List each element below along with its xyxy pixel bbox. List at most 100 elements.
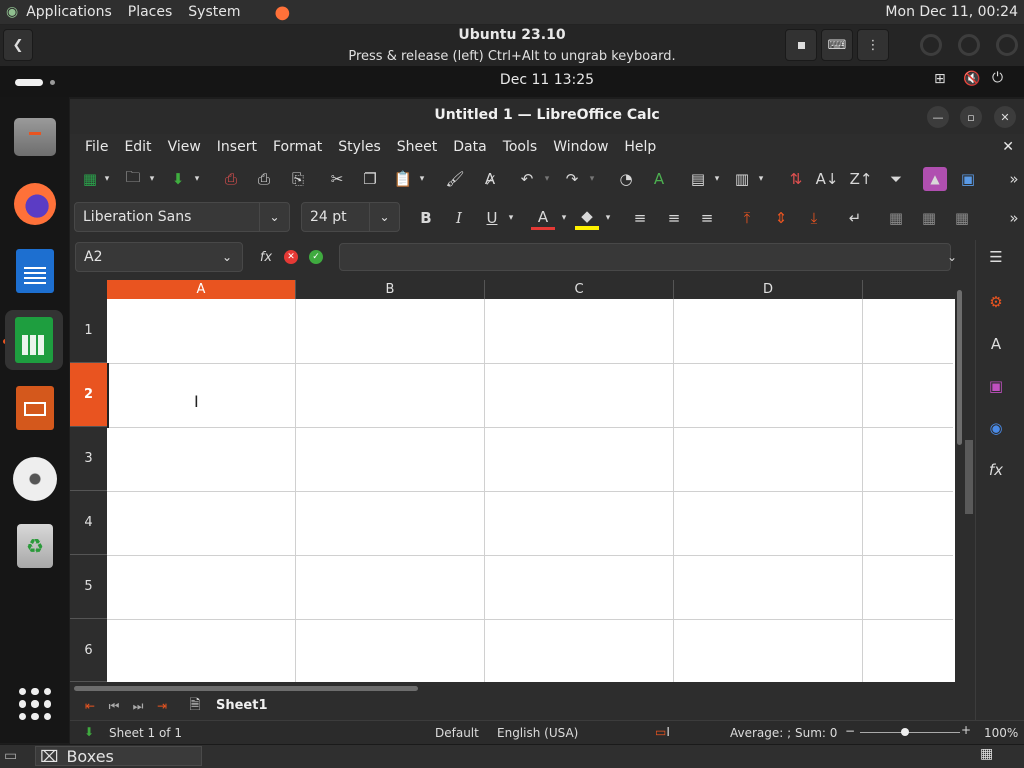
row-header-4[interactable]: 4	[70, 491, 107, 555]
wrap-text-icon[interactable]: ↵	[843, 206, 867, 230]
menu-sheet[interactable]: Sheet	[389, 139, 445, 155]
stop-button[interactable]	[785, 29, 817, 61]
sort-descending-icon[interactable]: Z↑	[849, 167, 873, 191]
vertical-scroll-thumb[interactable]	[957, 290, 962, 445]
active-cell-a2[interactable]	[107, 363, 296, 428]
dock-writer-button[interactable]	[10, 246, 60, 296]
column-header-a[interactable]: A	[107, 280, 296, 299]
row-dropdown-icon[interactable]: ▾	[710, 167, 724, 191]
document-modified-icon[interactable]: ⬇	[84, 725, 94, 739]
select-all-corner[interactable]	[70, 280, 107, 299]
column-dropdown-icon[interactable]: ▾	[754, 167, 768, 191]
last-sheet-icon[interactable]: ⇥	[150, 694, 174, 718]
minimize-window-button[interactable]	[920, 34, 942, 56]
underline-icon[interactable]: U	[480, 206, 504, 230]
zoom-in-icon[interactable]: +	[961, 723, 971, 737]
status-page-style[interactable]: Default	[435, 726, 479, 740]
undo-dropdown-icon[interactable]: ▾	[540, 167, 554, 191]
horizontal-scroll-thumb[interactable]	[74, 686, 418, 691]
host-menu-places[interactable]: Places	[120, 4, 181, 20]
dock-disc-button[interactable]	[10, 454, 60, 504]
align-left-icon[interactable]: ≡	[628, 206, 652, 230]
sidebar-styles-icon[interactable]: A	[984, 332, 1008, 356]
status-sheet[interactable]: Sheet 1 of 1	[109, 726, 182, 740]
align-middle-icon[interactable]: ⇕	[769, 206, 793, 230]
host-menu-system[interactable]: System	[180, 4, 248, 20]
open-folder-icon[interactable]: 🗀	[121, 167, 145, 191]
highlight-color-icon[interactable]: ◆	[575, 206, 599, 230]
accept-icon[interactable]: ✓	[304, 245, 328, 269]
row-header-3[interactable]: 3	[70, 427, 107, 491]
italic-icon[interactable]: I	[447, 206, 471, 230]
column-header-b[interactable]: B	[296, 280, 485, 299]
sort-ascending-icon[interactable]: A↓	[815, 167, 839, 191]
more-menu-button[interactable]: ⋮	[857, 29, 889, 61]
dock-trash-button[interactable]: ♻	[10, 521, 60, 571]
merge-cells-icon[interactable]: ▦	[884, 206, 908, 230]
network-icon[interactable]: ⊞	[934, 71, 946, 87]
find-replace-icon[interactable]: ◔	[614, 167, 638, 191]
calc-close-button[interactable]: ✕	[994, 106, 1016, 128]
column-icon[interactable]: ▥	[730, 167, 754, 191]
menu-styles[interactable]: Styles	[330, 139, 388, 155]
export-pdf-icon[interactable]: ⎙	[219, 167, 243, 191]
show-apps-button[interactable]	[19, 688, 51, 720]
expand-formula-icon[interactable]: ⌄	[940, 245, 964, 269]
row-header-6[interactable]: 6	[70, 619, 107, 682]
sidebar-navigator-icon[interactable]: ◉	[984, 416, 1008, 440]
align-center-icon[interactable]: ≡	[662, 206, 686, 230]
paste-dropdown-icon[interactable]: ▾	[415, 167, 429, 191]
host-logo-icon[interactable]: ◉	[0, 4, 18, 20]
zoom-level[interactable]: 100%	[984, 726, 1018, 740]
first-sheet-icon[interactable]: ⇤	[78, 694, 102, 718]
print-icon[interactable]: ⎙	[252, 167, 276, 191]
previous-sheet-icon[interactable]: ⏮	[102, 694, 126, 718]
guest-clock[interactable]: Dec 11 13:25	[0, 72, 1024, 88]
menu-tools[interactable]: Tools	[495, 139, 546, 155]
merge-center-icon[interactable]: ▦	[917, 206, 941, 230]
row-icon[interactable]: ▤	[686, 167, 710, 191]
menu-edit[interactable]: Edit	[116, 139, 159, 155]
sidebar-functions-icon[interactable]: fx	[984, 458, 1008, 482]
font-color-dropdown-icon[interactable]: ▾	[557, 206, 571, 230]
dock-files-button[interactable]	[10, 112, 60, 162]
chevron-down-icon[interactable]: ⌄	[369, 203, 399, 231]
close-window-button[interactable]	[996, 34, 1018, 56]
highlight-dropdown-icon[interactable]: ▾	[601, 206, 615, 230]
font-size-combo[interactable]: 24 pt ⌄	[301, 202, 400, 232]
sidebar-menu-icon[interactable]: ☰	[984, 245, 1008, 269]
font-color-icon[interactable]: A	[531, 206, 555, 230]
dock-calc-button[interactable]	[5, 310, 63, 370]
menu-format[interactable]: Format	[265, 139, 330, 155]
bold-icon[interactable]: B	[414, 206, 438, 230]
spelling-icon[interactable]: A	[647, 167, 671, 191]
host-firefox-launcher-icon[interactable]: ●	[274, 2, 290, 23]
autofilter-icon[interactable]: ⏷	[884, 167, 908, 191]
formula-input[interactable]	[339, 243, 951, 271]
calc-maximize-button[interactable]: ▫	[960, 106, 982, 128]
name-box[interactable]: A2 ⌄	[75, 242, 243, 272]
paste-icon[interactable]: 📋	[391, 167, 415, 191]
menu-help[interactable]: Help	[616, 139, 664, 155]
taskbar-boxes-button[interactable]: ⌧ Boxes	[35, 746, 202, 766]
cancel-icon[interactable]: ✕	[279, 245, 303, 269]
clone-formatting-icon[interactable]: 🖌	[443, 167, 467, 191]
align-bottom-icon[interactable]: ⤓	[802, 206, 826, 230]
sidebar-splitter[interactable]	[965, 440, 973, 514]
row-header-2[interactable]: 2	[70, 363, 107, 427]
next-sheet-icon[interactable]: ⏭	[126, 694, 150, 718]
dock-firefox-button[interactable]	[10, 179, 60, 229]
host-clock[interactable]: Mon Dec 11, 00:24	[885, 4, 1024, 20]
print-preview-icon[interactable]: ⎘	[286, 167, 310, 191]
show-desktop-icon[interactable]: ▭	[4, 748, 17, 764]
open-dropdown-icon[interactable]: ▾	[145, 167, 159, 191]
host-menu-applications[interactable]: Applications	[18, 4, 120, 20]
sidebar-gallery-icon[interactable]: ▣	[984, 374, 1008, 398]
menu-view[interactable]: View	[160, 139, 209, 155]
window-list-icon[interactable]: ▦	[980, 746, 993, 762]
menu-data[interactable]: Data	[445, 139, 494, 155]
redo-icon[interactable]: ↷	[560, 167, 584, 191]
add-sheet-icon[interactable]: 🗎	[183, 694, 207, 718]
close-document-icon[interactable]: ✕	[994, 139, 1024, 155]
menu-window[interactable]: Window	[545, 139, 616, 155]
